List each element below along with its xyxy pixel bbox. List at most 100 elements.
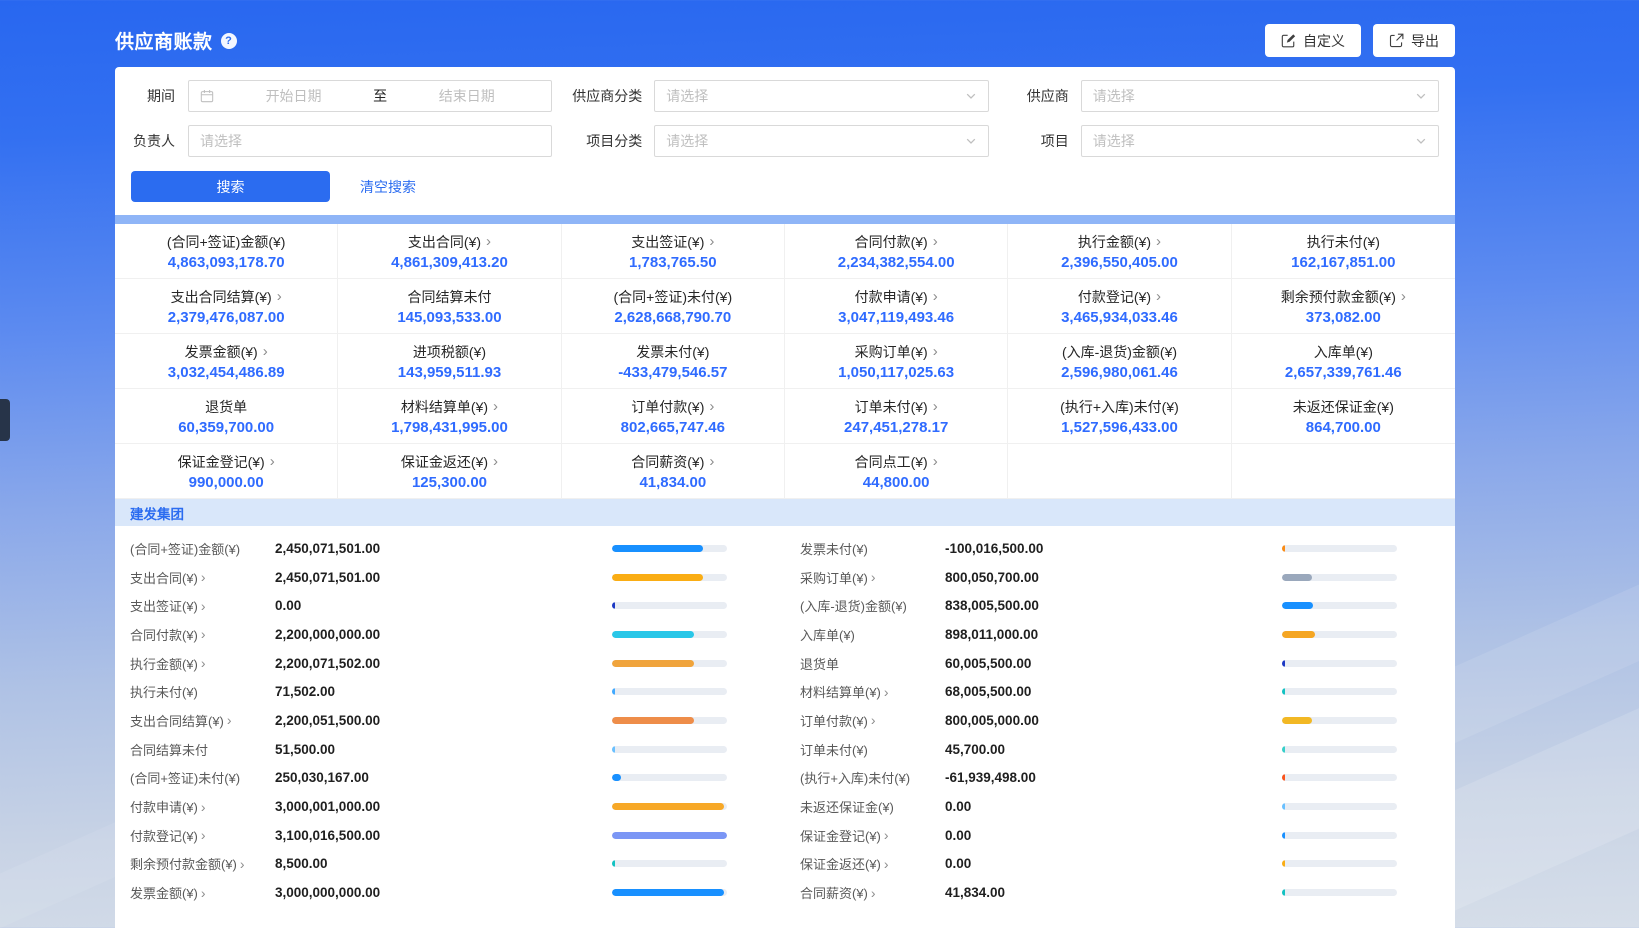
summary-cell[interactable]: 剩余预付款金额(¥)›373,082.00 [1232,279,1455,334]
metric-value: 1,783,765.50 [629,254,717,271]
summary-cell[interactable]: 材料结算单(¥)›1,798,431,995.00 [338,389,561,444]
chevron-right-icon: › [201,799,206,815]
metric-label: 合同薪资(¥)› [631,452,714,472]
metric-label[interactable]: 材料结算单(¥)› [800,682,889,701]
page-title: 供应商账款 [115,27,213,54]
chevron-right-icon: › [493,398,498,415]
metric-bar [1282,860,1397,867]
metric-bar [1282,660,1397,667]
metric-value: 68,005,500.00 [945,684,1031,699]
metric-label[interactable]: 付款登记(¥)› [130,826,206,845]
summary-cell[interactable]: 订单未付(¥)›247,451,278.17 [785,389,1008,444]
metric-label: (执行+入库)未付(¥) [800,768,910,787]
summary-cell[interactable]: 支出签证(¥)›1,783,765.50 [562,224,785,279]
summary-cell[interactable]: 保证金返还(¥)›125,300.00 [338,444,561,499]
metric-label: (合同+签证)未付(¥) [614,287,733,307]
summary-cell[interactable]: 合同薪资(¥)›41,834.00 [562,444,785,499]
metric-bar-fill [612,660,694,667]
metric-value: 51,500.00 [275,742,335,757]
metric-label[interactable]: 支出合同结算(¥)› [130,711,232,730]
metric-value: 0.00 [945,828,971,843]
project-category-placeholder: 请选择 [666,131,708,151]
summary-cell[interactable]: 保证金登记(¥)›990,000.00 [115,444,338,499]
metric-label: (合同+签证)金额(¥) [130,539,240,558]
supplier-select[interactable]: 请选择 [1081,80,1439,112]
summary-cell[interactable]: 采购订单(¥)›1,050,117,025.63 [785,334,1008,389]
metric-value: 45,700.00 [945,742,1005,757]
export-button[interactable]: 导出 [1373,24,1455,57]
metric-value: 2,200,071,502.00 [275,656,380,671]
metric-value: 60,005,500.00 [945,656,1031,671]
metric-value: 800,050,700.00 [945,570,1039,585]
start-date-input[interactable]: 开始日期 [220,86,367,106]
summary-cell[interactable]: 合同付款(¥)›2,234,382,554.00 [785,224,1008,279]
metric-value: -61,939,498.00 [945,770,1036,785]
metric-label[interactable]: 保证金返还(¥)› [800,854,889,873]
group-metric-row: 订单未付(¥)45,700.00 [800,735,1455,764]
summary-cell[interactable]: 执行金额(¥)›2,396,550,405.00 [1008,224,1231,279]
metric-label[interactable]: 合同付款(¥)› [130,625,206,644]
metric-label[interactable]: 执行金额(¥)› [130,654,206,673]
metric-value: 71,502.00 [275,684,335,699]
metric-label[interactable]: 订单付款(¥)› [800,711,876,730]
metric-bar-fill [1282,746,1285,753]
summary-cell [1008,444,1231,499]
metric-bar-fill [612,688,615,695]
metric-value: 41,834.00 [945,885,1005,900]
search-button[interactable]: 搜索 [131,171,330,202]
date-range-input[interactable]: 开始日期 至 结束日期 [188,80,552,112]
group-name[interactable]: 建发集团 [130,503,184,523]
metric-label: 退货单 [800,654,839,673]
metric-label[interactable]: 剩余预付款金额(¥)› [130,854,245,873]
side-drawer-handle[interactable] [0,399,10,441]
metric-label: 执行金额(¥)› [1078,232,1161,252]
metric-value: 3,032,454,486.89 [168,364,285,381]
summary-cell: 合同结算未付145,093,533.00 [338,279,561,334]
group-metric-row: 材料结算单(¥)› 68,005,500.00 [800,677,1455,706]
metric-value: 247,451,278.17 [844,419,948,436]
metric-label[interactable]: 保证金登记(¥)› [800,826,889,845]
metric-bar-fill [1282,889,1285,896]
metric-label: 未返还保证金(¥) [1293,397,1394,417]
metric-label[interactable]: 采购订单(¥)› [800,568,876,587]
metric-label: 保证金返还(¥)› [401,452,498,472]
metric-bar-fill [612,803,724,810]
metric-label: 材料结算单(¥)› [401,397,498,417]
summary-cell[interactable]: 发票金额(¥)›3,032,454,486.89 [115,334,338,389]
owner-select[interactable]: 请选择 [188,125,552,157]
metric-bar [612,860,727,867]
summary-cell[interactable]: 付款申请(¥)›3,047,119,493.46 [785,279,1008,334]
project-select[interactable]: 请选择 [1081,125,1439,157]
metric-label[interactable]: 支出合同(¥)› [130,568,206,587]
metric-label: 合同点工(¥)› [855,452,938,472]
metric-value: 800,005,000.00 [945,713,1039,728]
metric-bar [1282,774,1397,781]
help-icon[interactable]: ? [221,33,237,49]
metric-label[interactable]: 付款申请(¥)› [130,797,206,816]
group-metric-row: (合同+签证)未付(¥)250,030,167.00 [130,764,785,793]
supplier-category-select[interactable]: 请选择 [654,80,988,112]
summary-cell[interactable]: 付款登记(¥)›3,465,934,033.46 [1008,279,1231,334]
summary-cell[interactable]: 合同点工(¥)›44,800.00 [785,444,1008,499]
project-category-select[interactable]: 请选择 [654,125,988,157]
chevron-right-icon: › [201,885,206,901]
metric-label[interactable]: 发票金额(¥)› [130,883,206,902]
customize-button[interactable]: 自定义 [1265,24,1361,57]
supplier-label: 供应商 [1001,86,1069,106]
metric-label[interactable]: 合同薪资(¥)› [800,883,876,902]
group-metric-row: 保证金登记(¥)› 0.00 [800,821,1455,850]
summary-cell[interactable]: 支出合同(¥)›4,861,309,413.20 [338,224,561,279]
end-date-input[interactable]: 结束日期 [393,86,540,106]
metric-label[interactable]: 支出签证(¥)› [130,596,206,615]
metric-value: 3,465,934,033.46 [1061,309,1178,326]
metric-bar [1282,832,1397,839]
clear-search-link[interactable]: 清空搜索 [360,177,416,197]
metric-label: (执行+入库)未付(¥) [1060,397,1179,417]
export-label: 导出 [1411,31,1439,51]
group-left-column: (合同+签证)金额(¥)2,450,071,501.00支出合同(¥)›2,45… [115,534,785,928]
owner-placeholder: 请选择 [200,131,242,151]
metric-value: -433,479,546.57 [618,364,727,381]
group-metric-row: 执行未付(¥)71,502.00 [130,677,785,706]
summary-cell[interactable]: 订单付款(¥)›802,665,747.46 [562,389,785,444]
summary-cell[interactable]: 支出合同结算(¥)›2,379,476,087.00 [115,279,338,334]
